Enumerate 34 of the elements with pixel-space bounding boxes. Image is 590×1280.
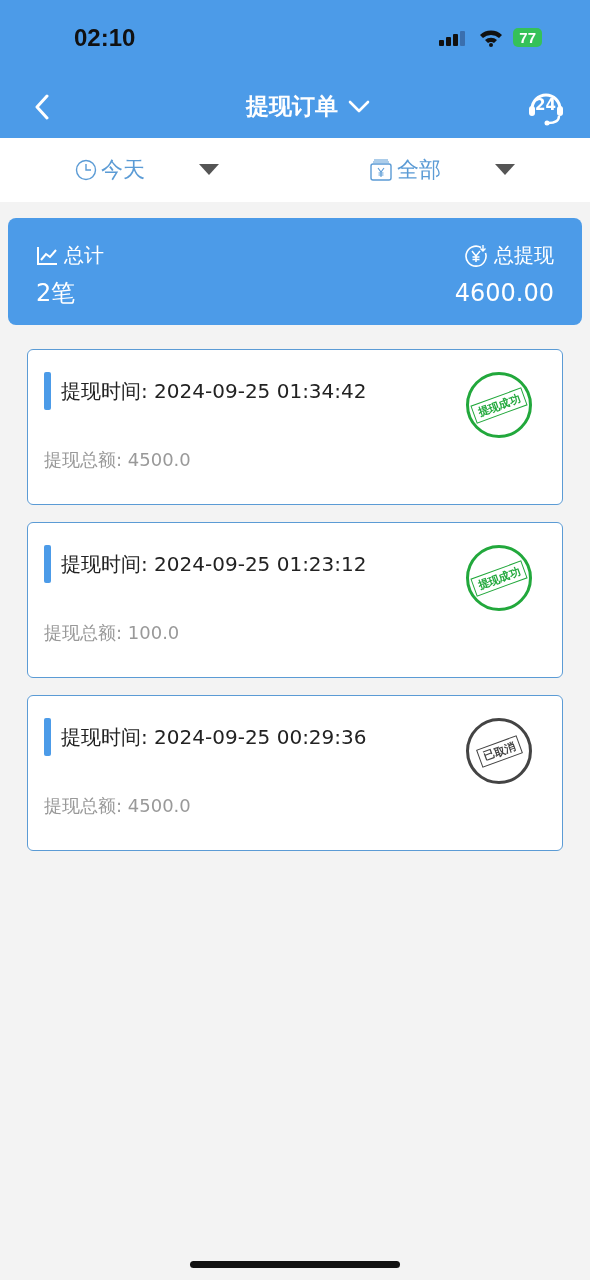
withdrawal-time: 提现时间: 2024-09-25 00:29:36	[61, 723, 367, 751]
status-stamp: 提现成功	[466, 545, 532, 611]
order-card[interactable]: 提现时间: 2024-09-25 01:34:42 提现总额: 4500.0 提现成功	[27, 349, 563, 505]
total-label: 总提现	[494, 242, 554, 269]
accent-bar	[44, 718, 51, 756]
chevron-down-icon	[348, 99, 370, 114]
filter-dropdown[interactable]: 全部	[369, 155, 515, 185]
page-title-dropdown[interactable]: 提现订单	[246, 91, 370, 122]
support-button[interactable]: 24	[526, 86, 566, 127]
total-amount: 4600.00	[454, 279, 554, 307]
caret-icon	[495, 164, 515, 176]
order-card[interactable]: 提现时间: 2024-09-25 01:23:12 提现总额: 100.0 提现成功	[27, 522, 563, 678]
status-stamp: 提现成功	[466, 372, 532, 438]
withdrawal-time: 提现时间: 2024-09-25 01:34:42	[61, 377, 367, 405]
status-stamp: 已取消	[466, 718, 532, 784]
caret-icon	[199, 164, 219, 176]
wallet-icon	[369, 158, 393, 182]
line-chart-icon	[36, 245, 58, 266]
yen-coin-icon	[464, 243, 488, 268]
accent-bar	[44, 545, 51, 583]
clock-icon	[75, 159, 97, 181]
withdrawal-time: 提现时间: 2024-09-25 01:23:12	[61, 550, 367, 578]
count-label: 总计	[64, 242, 104, 269]
withdrawal-amount: 提现总额: 4500.0	[44, 448, 192, 472]
status-time: 02:10	[74, 23, 136, 52]
accent-bar	[44, 372, 51, 410]
filter-dropdown[interactable]: 今天	[75, 155, 219, 185]
order-count: 2笔	[36, 278, 76, 309]
withdrawal-amount: 提现总额: 100.0	[44, 621, 181, 645]
battery-indicator: 77	[513, 28, 542, 47]
withdrawal-amount: 提现总额: 4500.0	[44, 794, 192, 818]
back-button[interactable]	[34, 93, 50, 120]
wifi-icon	[479, 28, 504, 47]
order-card[interactable]: 提现时间: 2024-09-25 00:29:36 提现总额: 4500.0 已取消	[27, 695, 563, 851]
